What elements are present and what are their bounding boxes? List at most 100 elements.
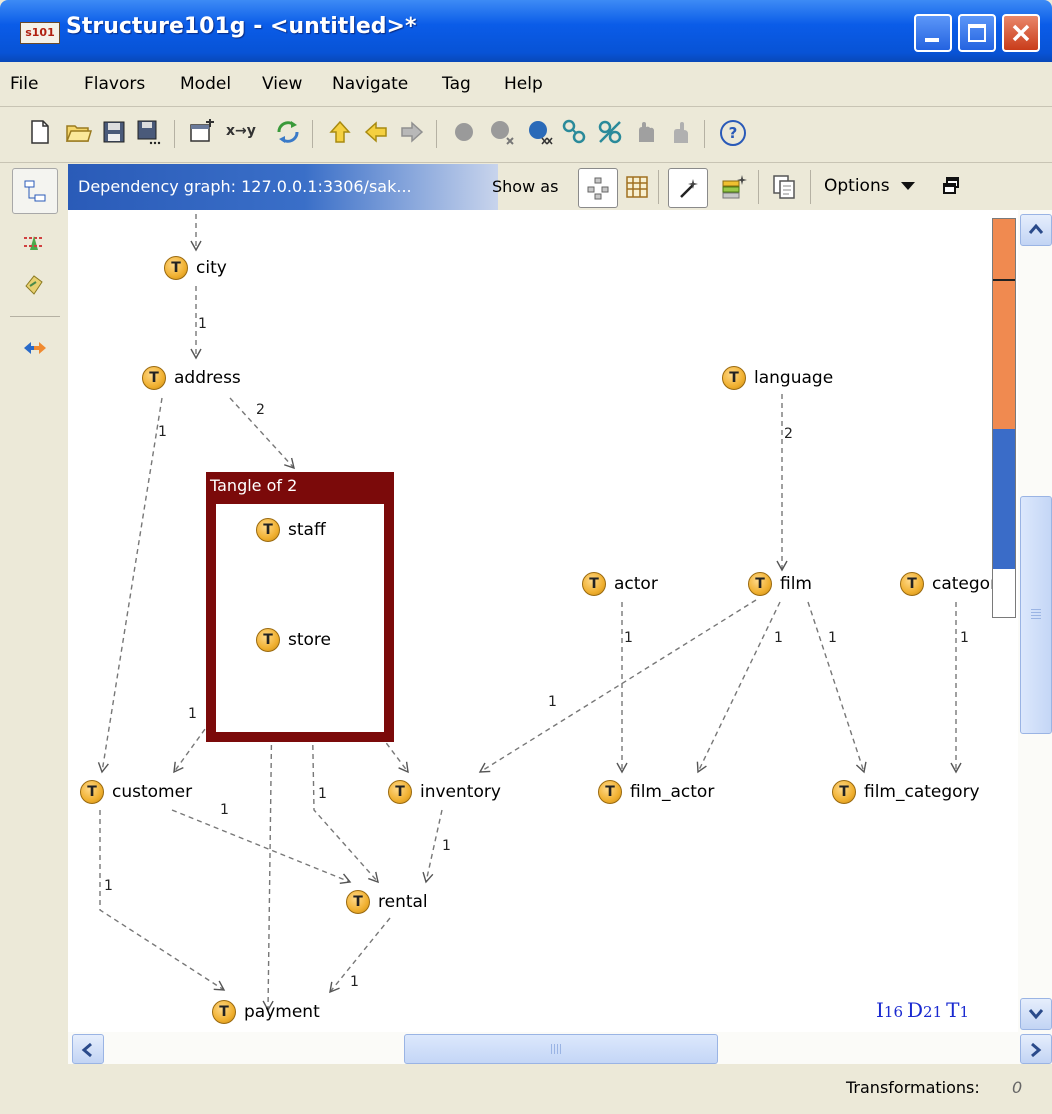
edge-label: 1	[774, 630, 783, 646]
menu-view[interactable]: View	[262, 74, 302, 94]
legend-d-value: 21	[923, 1003, 943, 1021]
menu-model[interactable]: Model	[180, 74, 231, 94]
edge-label: 1	[188, 706, 197, 722]
node-actor[interactable]: Tactor	[582, 572, 658, 596]
tangle-title: Tangle of 2	[210, 476, 298, 495]
chevron-down-icon	[1028, 1009, 1044, 1020]
open-folder-icon[interactable]	[64, 118, 92, 146]
properties-icon[interactable]	[188, 118, 216, 146]
legend-t-label: T	[946, 998, 960, 1022]
table-icon: T	[212, 1000, 236, 1024]
dependency-graph-canvas[interactable]: 1 2 1 2 1 1 1 1 1 1 1 1 1 1 1 1 1 1 1 Ta…	[68, 210, 1018, 1032]
layout-wand-button[interactable]	[668, 168, 708, 208]
matrix-view-icon[interactable]	[624, 174, 650, 200]
menu-file[interactable]: File	[10, 74, 38, 94]
arrow-right-icon[interactable]	[398, 118, 426, 146]
highlight-list-icon[interactable]	[720, 173, 748, 201]
hand-gray-icon[interactable]	[632, 118, 660, 146]
save-icon[interactable]	[100, 118, 128, 146]
minimize-button[interactable]	[914, 14, 952, 52]
menu-navigate[interactable]: Navigate	[332, 74, 408, 94]
copy-icon[interactable]	[770, 173, 798, 201]
refresh-icon[interactable]	[274, 118, 302, 146]
node-customer[interactable]: Tcustomer	[80, 780, 192, 804]
slice-view-icon[interactable]	[22, 230, 46, 254]
collapse-nodes-icon[interactable]	[596, 118, 624, 146]
show-as-graph-button[interactable]	[578, 168, 618, 208]
panel-separator	[758, 170, 759, 204]
options-menu[interactable]: Options	[824, 176, 890, 196]
swap-xy-icon[interactable]: x→y	[226, 123, 256, 139]
maximize-button[interactable]	[958, 14, 996, 52]
tangle-box[interactable]: Tangle of 2	[206, 472, 394, 742]
node-store[interactable]: Tstore	[256, 628, 331, 652]
node-label: actor	[614, 574, 658, 594]
transformations-count: 0	[1012, 1078, 1023, 1097]
node-city[interactable]: Tcity	[164, 256, 227, 280]
edge-tangle-payment	[262, 699, 274, 1012]
new-file-icon[interactable]	[26, 118, 54, 146]
node-rental[interactable]: Trental	[346, 890, 428, 914]
menu-tag[interactable]: Tag	[442, 74, 471, 94]
horizontal-scroll-thumb[interactable]	[404, 1034, 718, 1064]
edge-label: 1	[960, 630, 969, 646]
graph-view-icon	[24, 180, 46, 202]
horizontal-scrollbar[interactable]	[68, 1032, 1052, 1064]
node-label: rental	[378, 892, 428, 912]
node-film[interactable]: Tfilm	[748, 572, 812, 596]
chevron-left-icon	[81, 1042, 92, 1058]
vertical-scrollbar[interactable]	[1018, 210, 1052, 1032]
overview-orange-top	[993, 219, 1015, 281]
scroll-right-button[interactable]	[1020, 1034, 1052, 1064]
arrow-left-icon[interactable]	[362, 118, 390, 146]
node-film-category[interactable]: Tfilm_category	[832, 780, 980, 804]
node-payment[interactable]: Tpayment	[212, 1000, 320, 1024]
save-as-icon[interactable]	[134, 118, 162, 146]
edge-label: 1	[158, 424, 167, 440]
scroll-up-button[interactable]	[1020, 214, 1052, 246]
close-button[interactable]	[1002, 14, 1040, 52]
node-staff[interactable]: Tstaff	[256, 518, 326, 542]
edge-label: 2	[784, 426, 793, 442]
arrow-up-icon[interactable]	[326, 118, 354, 146]
panel-title: Dependency graph: 127.0.0.1:3306/sak...	[68, 164, 498, 210]
hand-point-gray-icon[interactable]	[666, 118, 694, 146]
node-language[interactable]: Tlanguage	[722, 366, 833, 390]
toolbar-separator	[436, 120, 437, 148]
node-label: inventory	[420, 782, 501, 802]
node-label: city	[196, 258, 227, 278]
node-inventory[interactable]: Tinventory	[388, 780, 501, 804]
graph-view-tab[interactable]	[12, 168, 58, 214]
magic-wand-icon	[680, 179, 698, 198]
maximize-icon	[968, 24, 986, 42]
scroll-down-button[interactable]	[1020, 998, 1052, 1030]
bidirectional-arrows-icon[interactable]	[22, 338, 48, 358]
node-address[interactable]: Taddress	[142, 366, 241, 390]
vertical-scroll-thumb[interactable]	[1020, 496, 1052, 734]
gray-dot-x-icon[interactable]	[488, 118, 516, 146]
help-icon[interactable]: ?	[720, 120, 746, 146]
edge-label: 1	[198, 316, 207, 332]
status-bar: Transformations: 0	[0, 1064, 1052, 1114]
overview-indicator[interactable]	[992, 218, 1016, 618]
menu-flavors[interactable]: Flavors	[84, 74, 145, 94]
menu-bar: File Flavors Model View Navigate Tag Hel…	[0, 62, 1052, 107]
expand-nodes-icon[interactable]	[560, 118, 588, 146]
node-label: film_category	[864, 782, 980, 802]
restore-panel-icon[interactable]	[942, 176, 960, 196]
toolbar-separator	[174, 120, 175, 148]
gray-dot-icon[interactable]	[450, 118, 478, 146]
toolbar-separator	[704, 120, 705, 148]
menu-help[interactable]: Help	[504, 74, 543, 94]
node-film-actor[interactable]: Tfilm_actor	[598, 780, 714, 804]
node-label: payment	[244, 1002, 320, 1022]
edge-label: 2	[256, 402, 265, 418]
chevron-down-icon[interactable]	[900, 180, 916, 192]
structure-view-icon[interactable]	[22, 272, 46, 296]
legend-i-value: 16	[883, 1003, 903, 1021]
title-bar: s101 Structure101g - <untitled>*	[0, 0, 1052, 62]
scroll-left-button[interactable]	[72, 1034, 104, 1064]
chevron-right-icon	[1031, 1042, 1042, 1058]
edge-label: 1	[350, 974, 359, 990]
blue-dot-xx-icon[interactable]	[526, 118, 554, 146]
